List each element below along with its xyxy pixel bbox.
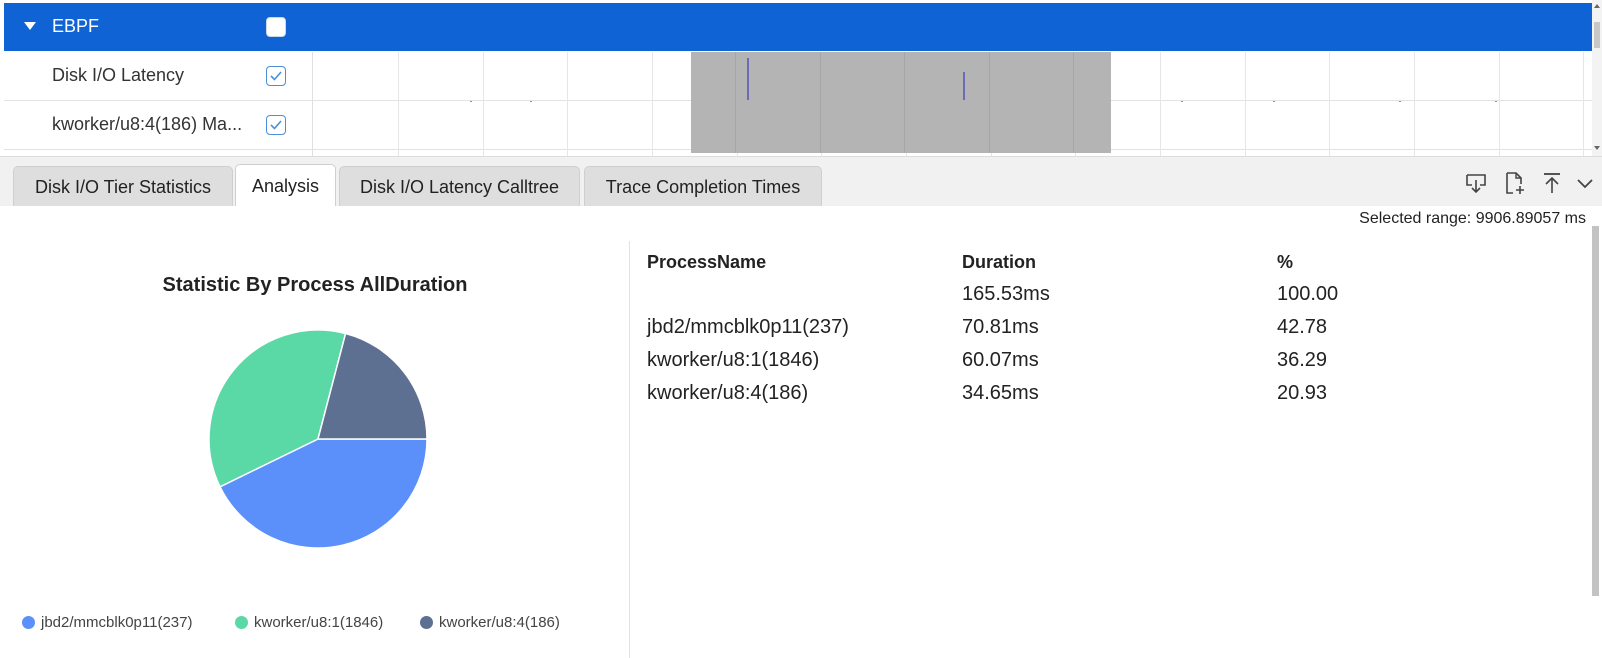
tab-trace-completion-times[interactable]: Trace Completion Times bbox=[584, 166, 822, 207]
legend-swatch bbox=[235, 615, 248, 629]
tree-group-ebpf[interactable]: EBPF bbox=[4, 3, 1592, 51]
cell-duration: 34.65ms bbox=[962, 382, 1039, 404]
tab-disk-io-tier-statistics[interactable]: Disk I/O Tier Statistics bbox=[13, 166, 233, 207]
checkmark-icon bbox=[270, 120, 282, 130]
trace-marker bbox=[530, 101, 532, 102]
grid-line bbox=[1073, 52, 1074, 153]
grid-line bbox=[735, 52, 736, 153]
column-header-duration[interactable]: Duration bbox=[962, 252, 1036, 273]
latency-spike bbox=[747, 58, 749, 100]
tab-label: Analysis bbox=[251, 176, 320, 196]
group-checkbox[interactable] bbox=[266, 17, 286, 37]
grid-line bbox=[1160, 52, 1161, 156]
scroll-down-icon[interactable] bbox=[1594, 146, 1600, 150]
grid-line bbox=[652, 52, 653, 156]
cell-duration: 165.53ms bbox=[962, 283, 1050, 305]
content-scroll-thumb[interactable] bbox=[1592, 226, 1599, 596]
chart-title: Statistic By Process AllDuration bbox=[162, 274, 468, 296]
tab-label: Disk I/O Latency Calltree bbox=[359, 176, 560, 197]
row-checkbox[interactable] bbox=[266, 66, 286, 86]
legend-label: kworker/u8:4(186) bbox=[439, 613, 560, 631]
cell-percent: 20.93 bbox=[1277, 382, 1328, 404]
panel-divider[interactable] bbox=[629, 241, 630, 658]
column-header-percent[interactable]: % bbox=[1277, 252, 1293, 273]
latency-spike bbox=[963, 72, 965, 100]
download-icon[interactable] bbox=[1463, 170, 1489, 196]
grid-line bbox=[483, 52, 484, 156]
selected-range-text: Selected range: 9906.89057 ms bbox=[1359, 210, 1586, 227]
grid-line bbox=[1583, 52, 1584, 156]
grid-line bbox=[1414, 52, 1415, 156]
timeline-scroll-thumb[interactable] bbox=[1594, 22, 1600, 48]
row-checkbox[interactable] bbox=[266, 115, 286, 135]
tab-label: Trace Completion Times bbox=[605, 176, 801, 197]
grid-line bbox=[820, 52, 821, 153]
legend-item-kworker-186[interactable]: kworker/u8:4(186) bbox=[420, 612, 560, 632]
row-label: Disk I/O Latency bbox=[52, 65, 185, 85]
grid-line bbox=[567, 52, 568, 156]
trace-marker bbox=[1181, 101, 1183, 102]
cell-percent: 42.78 bbox=[1277, 316, 1328, 338]
cell-processname[interactable]: kworker/u8:1(1846) bbox=[647, 349, 819, 372]
cell-processname[interactable]: jbd2/mmcblk0p11(237) bbox=[647, 316, 849, 339]
grid-line bbox=[904, 52, 905, 153]
column-header-processname[interactable]: ProcessName bbox=[647, 252, 766, 273]
tab-analysis[interactable]: Analysis bbox=[235, 164, 336, 208]
legend-item-jbd2[interactable]: jbd2/mmcblk0p11(237) bbox=[22, 612, 192, 632]
analysis-panel: Selected range: 9906.89057 ms Statistic … bbox=[0, 206, 1602, 658]
trace-marker bbox=[1495, 101, 1497, 102]
trace-marker bbox=[1273, 101, 1275, 102]
tab-bar: Disk I/O Tier Statistics Analysis Disk I… bbox=[0, 156, 1602, 208]
tab-label: Disk I/O Tier Statistics bbox=[34, 176, 212, 197]
timeline-panel: EBPF Disk I/O Latency kworker/u8:4(186) … bbox=[0, 0, 1602, 158]
grid-line bbox=[398, 52, 399, 156]
legend-swatch bbox=[22, 615, 35, 629]
upload-icon[interactable] bbox=[1539, 170, 1565, 196]
new-file-icon[interactable] bbox=[1501, 170, 1527, 196]
pie-chart[interactable] bbox=[198, 319, 438, 559]
scroll-up-icon[interactable] bbox=[1594, 4, 1600, 8]
cell-duration: 70.81ms bbox=[962, 316, 1039, 338]
checkmark-icon bbox=[270, 71, 282, 81]
group-label: EBPF bbox=[52, 16, 100, 36]
trace-marker bbox=[470, 101, 472, 102]
legend-label: kworker/u8:1(1846) bbox=[254, 613, 384, 631]
legend-item-kworker-1846[interactable]: kworker/u8:1(1846) bbox=[235, 612, 383, 632]
chevron-down-icon[interactable] bbox=[1574, 170, 1600, 196]
grid-line bbox=[1499, 52, 1500, 156]
cell-percent: 36.29 bbox=[1277, 349, 1328, 371]
cell-processname[interactable]: kworker/u8:4(186) bbox=[647, 382, 808, 405]
legend-label: jbd2/mmcblk0p11(237) bbox=[41, 613, 193, 631]
tab-disk-io-latency-calltree[interactable]: Disk I/O Latency Calltree bbox=[339, 166, 580, 207]
row-label: kworker/u8:4(186) Ma... bbox=[52, 114, 243, 134]
legend-swatch bbox=[420, 615, 433, 629]
grid-line bbox=[1329, 52, 1330, 156]
selected-range-overlay[interactable] bbox=[691, 52, 1111, 153]
trace-marker bbox=[1399, 101, 1401, 102]
cell-percent: 100.00 bbox=[1277, 283, 1339, 305]
grid-line bbox=[989, 52, 990, 153]
cell-duration: 60.07ms bbox=[962, 349, 1039, 371]
grid-line bbox=[1245, 52, 1246, 156]
expand-caret-icon[interactable] bbox=[24, 22, 36, 30]
